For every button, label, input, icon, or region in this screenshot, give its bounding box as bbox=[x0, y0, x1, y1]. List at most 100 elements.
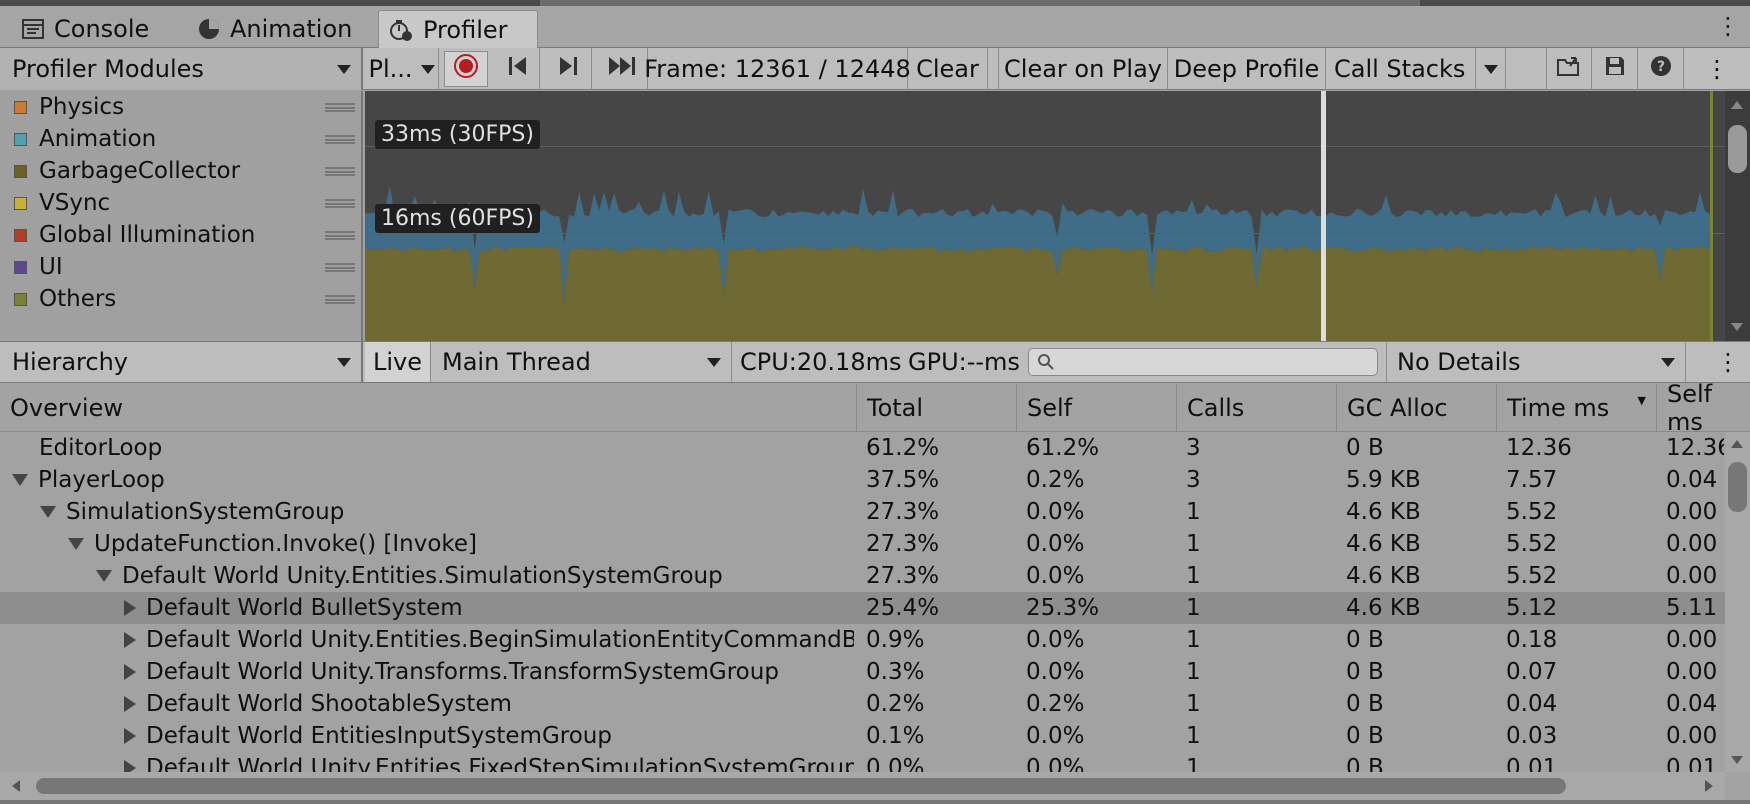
previous-frame-button[interactable] bbox=[494, 48, 540, 90]
details-dropdown[interactable]: No Details bbox=[1386, 342, 1686, 382]
thread-dropdown[interactable]: Main Thread bbox=[432, 342, 732, 382]
deep-profile-button[interactable]: Deep Profile bbox=[1168, 48, 1326, 90]
search-input[interactable] bbox=[1028, 348, 1378, 376]
cell-self: 0.2% bbox=[1026, 691, 1085, 717]
collapsed-arrow-icon[interactable] bbox=[124, 696, 136, 712]
expanded-arrow-icon[interactable] bbox=[12, 474, 28, 486]
collapsed-arrow-icon[interactable] bbox=[124, 728, 136, 744]
expanded-arrow-icon[interactable] bbox=[68, 538, 84, 550]
load-button[interactable] bbox=[1546, 48, 1592, 90]
tab-animation[interactable]: Animation bbox=[192, 10, 372, 48]
save-button[interactable] bbox=[1592, 48, 1638, 90]
gridline-16ms bbox=[365, 233, 1725, 234]
column-self-ms[interactable]: Self ms bbox=[1656, 380, 1750, 436]
help-button[interactable]: ? bbox=[1638, 48, 1684, 90]
view-mode-dropdown[interactable]: Hierarchy bbox=[0, 342, 363, 382]
table-vscroll-thumb[interactable] bbox=[1728, 462, 1747, 512]
record-button[interactable] bbox=[444, 51, 488, 87]
sort-descending-icon: ▼ bbox=[1637, 394, 1646, 407]
tab-profiler[interactable]: Profiler bbox=[378, 10, 538, 48]
scroll-down-icon[interactable] bbox=[1731, 756, 1743, 764]
table-row[interactable]: EditorLoop 61.2% 61.2% 3 0 B 12.36 12.36 bbox=[0, 432, 1725, 464]
next-frame-button[interactable] bbox=[546, 48, 592, 90]
tab-console[interactable]: Console bbox=[8, 10, 184, 48]
drag-handle-icon[interactable] bbox=[325, 166, 355, 176]
drag-handle-icon[interactable] bbox=[325, 262, 355, 272]
collapsed-arrow-icon[interactable] bbox=[124, 600, 136, 616]
live-toggle[interactable]: Live bbox=[365, 342, 431, 382]
table-row[interactable]: SimulationSystemGroup 27.3% 0.0% 1 4.6 KB 5.5… bbox=[0, 496, 1725, 528]
table-vertical-scrollbar[interactable] bbox=[1725, 432, 1750, 772]
module-ui[interactable]: UI bbox=[0, 251, 363, 283]
scroll-right-icon[interactable] bbox=[1705, 780, 1713, 792]
target-selector[interactable]: Pl... bbox=[365, 48, 439, 90]
scroll-up-icon[interactable] bbox=[1731, 440, 1743, 448]
table-row[interactable]: PlayerLoop 37.5% 0.2% 3 5.9 KB 7.57 0.04 bbox=[0, 464, 1725, 496]
module-garbagecollector[interactable]: GarbageCollector bbox=[0, 155, 363, 187]
module-others[interactable]: Others bbox=[0, 283, 363, 315]
clear-on-play-button[interactable]: Clear on Play bbox=[998, 48, 1168, 90]
label-33ms: 33ms (30FPS) bbox=[375, 120, 540, 149]
column-gc-alloc[interactable]: GC Alloc bbox=[1336, 384, 1496, 432]
table-row[interactable]: Default World Unity.Entities.BeginSimula… bbox=[0, 624, 1725, 656]
module-label: VSync bbox=[39, 190, 111, 216]
module-global-illumination[interactable]: Global Illumination bbox=[0, 219, 363, 251]
hierarchy-more-icon[interactable]: ⋮ bbox=[1716, 342, 1740, 382]
scroll-up-icon[interactable] bbox=[1731, 101, 1743, 109]
table-row[interactable]: UpdateFunction.Invoke() [Invoke] 27.3% 0.0… bbox=[0, 528, 1725, 560]
table-row[interactable]: Default World Unity.Transforms.Transform… bbox=[0, 656, 1725, 688]
row-name: SimulationSystemGroup bbox=[66, 499, 345, 525]
column-self[interactable]: Self bbox=[1016, 384, 1176, 432]
graph-scrollbar[interactable] bbox=[1725, 91, 1750, 341]
module-color-swatch bbox=[14, 228, 27, 242]
window-menu-icon[interactable]: ⋮ bbox=[1716, 14, 1740, 38]
cell-selfms: 0.00 bbox=[1666, 531, 1718, 557]
module-physics[interactable]: Physics bbox=[0, 91, 363, 123]
table-row[interactable]: Default World EntitiesInputSystemGroup 0.… bbox=[0, 720, 1725, 752]
cell-time: 5.52 bbox=[1506, 531, 1558, 557]
collapsed-arrow-icon[interactable] bbox=[124, 664, 136, 680]
expanded-arrow-icon[interactable] bbox=[40, 506, 56, 518]
thread-label: Main Thread bbox=[442, 348, 591, 376]
cell-time: 7.57 bbox=[1506, 467, 1558, 493]
table-row[interactable]: Default World Unity.Entities.SimulationS… bbox=[0, 560, 1725, 592]
module-animation[interactable]: Animation bbox=[0, 123, 363, 155]
profiler-modules-dropdown[interactable]: Profiler Modules bbox=[0, 48, 363, 90]
column-total[interactable]: Total bbox=[856, 384, 1016, 432]
drag-handle-icon[interactable] bbox=[325, 230, 355, 240]
scroll-left-icon[interactable] bbox=[12, 780, 20, 792]
cell-self: 0.0% bbox=[1026, 563, 1085, 589]
more-button[interactable]: ⋮ bbox=[1684, 48, 1750, 90]
scroll-down-icon[interactable] bbox=[1731, 323, 1743, 331]
drag-handle-icon[interactable] bbox=[325, 294, 355, 304]
row-name: Default World BulletSystem bbox=[146, 595, 463, 621]
frame-cursor[interactable] bbox=[1321, 91, 1326, 341]
table-row[interactable]: Default World Unity.Entities.FixedStepSi… bbox=[0, 752, 1725, 772]
table-horizontal-scrollbar[interactable] bbox=[0, 772, 1725, 800]
table-row[interactable]: Default World BulletSystem 25.4% 25.3% 1 4.6… bbox=[0, 592, 1725, 624]
cell-time: 0.01 bbox=[1506, 755, 1558, 772]
call-stacks-button[interactable]: Call Stacks bbox=[1326, 48, 1476, 90]
collapsed-arrow-icon[interactable] bbox=[124, 632, 136, 648]
window-bottom-edge bbox=[0, 800, 1750, 804]
clear-button[interactable]: Clear bbox=[908, 48, 988, 90]
cell-selfms: 0.04 bbox=[1666, 467, 1718, 493]
column-calls[interactable]: Calls bbox=[1176, 384, 1336, 432]
module-vsync[interactable]: VSync bbox=[0, 187, 363, 219]
column-time-ms[interactable]: Time ms ▼ bbox=[1496, 384, 1656, 432]
cell-gc: 0 B bbox=[1346, 691, 1384, 717]
drag-handle-icon[interactable] bbox=[325, 198, 355, 208]
call-stacks-dropdown[interactable] bbox=[1476, 48, 1506, 90]
cell-self: 0.0% bbox=[1026, 627, 1085, 653]
current-frame-button[interactable] bbox=[598, 48, 648, 90]
cpu-usage-chart[interactable]: 33ms (30FPS) 16ms (60FPS) bbox=[365, 91, 1750, 341]
drag-handle-icon[interactable] bbox=[325, 134, 355, 144]
drag-handle-icon[interactable] bbox=[325, 102, 355, 112]
graph-scrollbar-thumb[interactable] bbox=[1728, 125, 1747, 173]
table-row[interactable]: Default World ShootableSystem 0.2% 0.2% 1 0 … bbox=[0, 688, 1725, 720]
collapsed-arrow-icon[interactable] bbox=[124, 760, 136, 772]
table-hscroll-thumb[interactable] bbox=[36, 778, 1566, 794]
cell-time: 0.03 bbox=[1506, 723, 1558, 749]
column-overview[interactable]: Overview bbox=[0, 384, 856, 432]
expanded-arrow-icon[interactable] bbox=[96, 570, 112, 582]
